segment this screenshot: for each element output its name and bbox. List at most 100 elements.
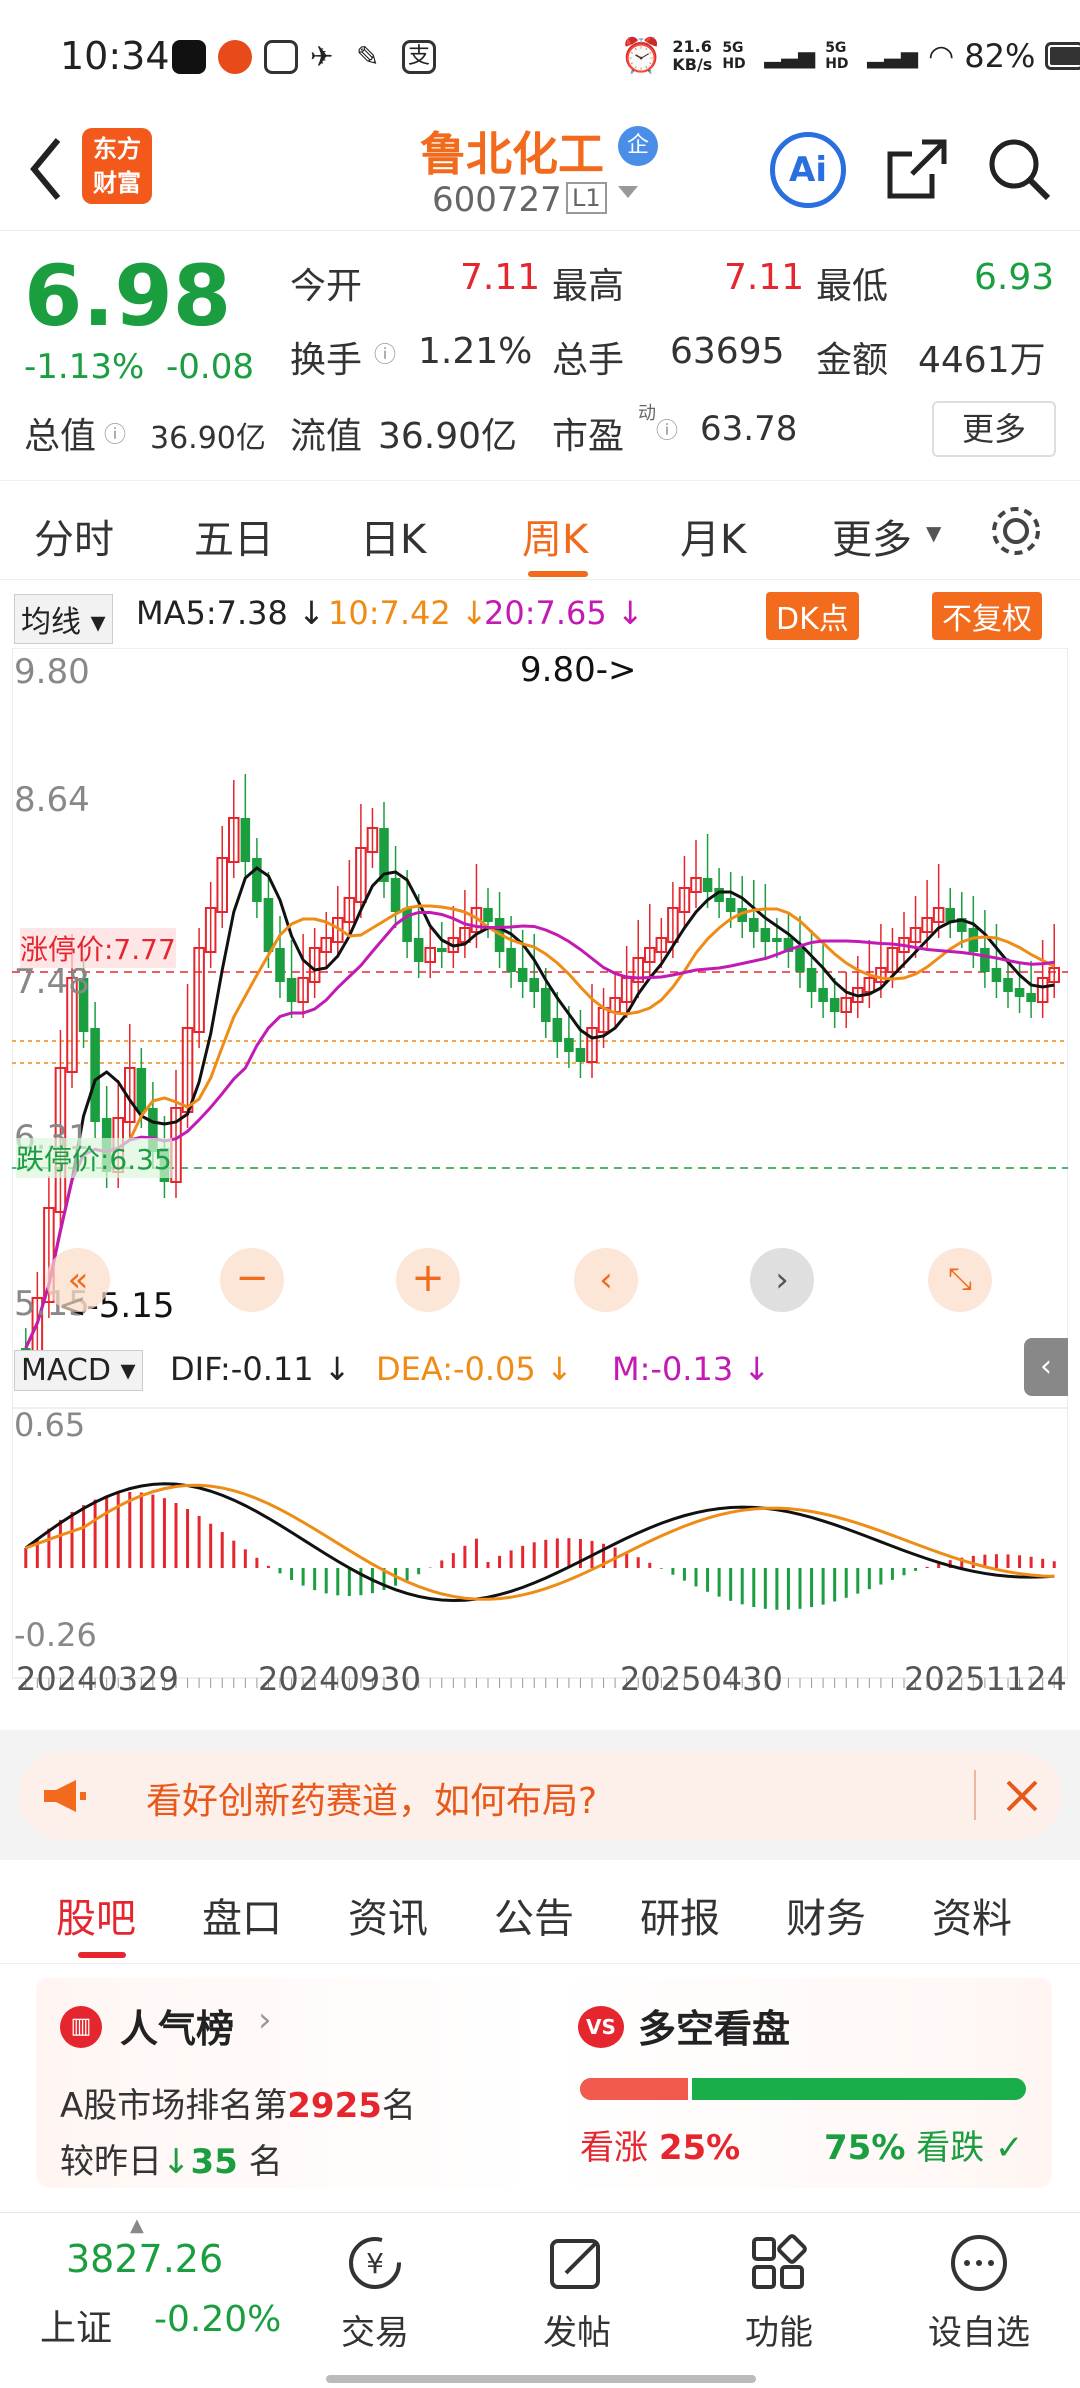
signal-bars-icon-2: ▂▃▅	[867, 43, 919, 69]
logo-line-2: 财富	[93, 169, 141, 197]
macd-dif: DIF:-0.11 ↓	[170, 1350, 351, 1388]
banner-text: 看好创新药赛道，如何布局?	[146, 1781, 598, 1822]
candle-body	[980, 948, 990, 972]
search-icon[interactable]	[984, 134, 1054, 204]
candle-body	[263, 898, 274, 952]
indicator-selector[interactable]: MACD ▾	[14, 1350, 143, 1391]
y-label-top: 9.80	[14, 652, 90, 692]
open-label: 今开	[290, 266, 363, 307]
tab-profile[interactable]: 资料	[932, 1886, 1012, 1944]
volume-label: 总手	[552, 340, 625, 381]
tab-news[interactable]: 资讯	[348, 1886, 428, 1944]
candle-body	[818, 988, 828, 1002]
signal-2: 5G HD	[825, 40, 849, 72]
macd-label-top: 0.65	[14, 1406, 86, 1444]
limit-down-label: 跌停价:6.35	[16, 1138, 172, 1178]
bull-bear-title: 多空看盘	[638, 2007, 791, 2051]
nav-watchlist[interactable]: 设自选	[909, 2305, 1049, 2354]
zoom-in-button[interactable]: +	[396, 1248, 460, 1312]
home-indicator	[326, 2375, 756, 2383]
bull-bear-card[interactable]: VS 多空看盘 看涨 25% 75% 看跌 ✓	[554, 1978, 1052, 2188]
bird-icon: ✈	[310, 40, 334, 73]
promo-banner[interactable]: 看好创新药赛道，如何布局?	[18, 1752, 1062, 1840]
pe-label: 市盈	[552, 416, 625, 457]
popularity-rank: A股市场排名第2925名	[60, 2078, 416, 2127]
signal-1: 5G HD	[722, 40, 746, 72]
app-logo[interactable]: 东方 财富	[82, 128, 152, 204]
tab-intraday[interactable]: 分时	[34, 507, 114, 565]
tab-more[interactable]: 更多	[832, 507, 912, 565]
tab-daily-k[interactable]: 日K	[360, 507, 426, 565]
change-number: 35	[190, 2142, 238, 2182]
pe-sup: 动	[638, 403, 656, 424]
turnover-value: 1.21%	[418, 331, 533, 372]
subtab-indicator	[78, 1952, 126, 1958]
settings-gear-icon[interactable]	[988, 503, 1044, 559]
bear-label: 看跌	[916, 2128, 985, 2168]
share-icon[interactable]	[882, 134, 952, 204]
tab-five-day[interactable]: 五日	[194, 507, 274, 565]
scroll-right-button[interactable]: ›	[750, 1248, 814, 1312]
status-bar: 10:34 ✈ ✎ 支 ⏰ 21.6 KB/s 5G HD ▂▃▅ 5G HD …	[0, 0, 1080, 118]
code-dropdown-icon[interactable]	[618, 186, 638, 198]
back-arrow-icon[interactable]	[26, 134, 66, 204]
scroll-left-button[interactable]: ‹	[574, 1248, 638, 1312]
more-button[interactable]: 更多	[932, 401, 1056, 457]
collapse-panel-button[interactable]: ‹	[1024, 1338, 1068, 1396]
popularity-title: 人气榜	[120, 2007, 235, 2051]
alipay-icon: 支	[402, 40, 436, 74]
post-edit-icon	[550, 2239, 600, 2289]
fullscreen-button[interactable]: ⤡	[928, 1248, 992, 1312]
status-right: ⏰ 21.6 KB/s 5G HD ▂▃▅ 5G HD ▂▃▅ ◠ 82%	[620, 36, 1080, 76]
tab-weekly-k[interactable]: 周K	[522, 507, 588, 565]
zoom-out-button[interactable]: −	[220, 1248, 284, 1312]
stock-header: 东方 财富 鲁北化工 企 600727 L1 Ai	[0, 118, 1080, 230]
tab-research[interactable]: 研报	[640, 1886, 720, 1944]
net-unit: KB/s	[672, 55, 713, 74]
nav-functions[interactable]: 功能	[709, 2305, 849, 2354]
ai-button[interactable]: Ai	[770, 132, 846, 208]
tab-notices[interactable]: 公告	[494, 1886, 574, 1944]
change-pct: -1.13%	[24, 347, 145, 387]
tab-financials[interactable]: 财务	[786, 1886, 866, 1944]
tab-pankou[interactable]: 盘口	[202, 1886, 282, 1944]
chevron-right-icon: ›	[258, 2000, 272, 2040]
index-value[interactable]: 3827.26	[66, 2237, 223, 2281]
max-price-label: 9.80->	[520, 650, 637, 690]
svg-text:¥: ¥	[366, 2247, 384, 2280]
tab-monthly-k[interactable]: 月K	[680, 507, 746, 565]
amount-label: 金额	[816, 340, 889, 381]
candle-body	[541, 988, 551, 1022]
stock-name[interactable]: 鲁北化工	[420, 118, 604, 184]
close-icon[interactable]	[1002, 1776, 1042, 1816]
dk-point-button[interactable]: DK点	[766, 592, 859, 640]
cards-area: ▥ 人气榜 › A股市场排名第2925名 较昨日↓35 名 VS 多空看盘 看涨…	[0, 1964, 1080, 2212]
scroll-left-fast-button[interactable]: «	[46, 1248, 110, 1312]
popularity-card[interactable]: ▥ 人气榜 › A股市场排名第2925名 较昨日↓35 名	[36, 1978, 536, 2188]
mktcap-label: 总值	[24, 416, 97, 457]
pe-info-icon[interactable]: ⓘ	[656, 413, 678, 445]
ma-selector-label: 均线	[21, 605, 81, 640]
tab-guba[interactable]: 股吧	[56, 1886, 136, 1944]
turnover-label: 换手	[290, 340, 363, 381]
limit-up-label: 涨停价:7.77	[20, 928, 176, 968]
mktcap-value: 36.90亿	[150, 421, 266, 456]
kline-svg[interactable]	[12, 648, 1068, 1728]
chat-icon	[264, 40, 298, 74]
rank-icon: ▥	[60, 2006, 102, 2048]
turnover-info-icon[interactable]: ⓘ	[374, 337, 396, 369]
nav-post[interactable]: 发帖	[507, 2305, 647, 2354]
info-icon[interactable]: ⓘ	[104, 417, 126, 449]
expand-up-icon[interactable]: ▲	[130, 2215, 144, 2236]
candle-body	[529, 978, 539, 992]
adjust-button[interactable]: 不复权	[932, 592, 1042, 640]
ma-selector[interactable]: 均线 ▾	[14, 594, 113, 644]
banner-divider	[974, 1770, 976, 1820]
vs-icon: VS	[578, 2006, 624, 2048]
net-speed: 21.6	[672, 37, 712, 56]
down-arrow-icon: ↓	[162, 2142, 191, 2182]
feather-icon: ✎	[356, 40, 380, 73]
nav-trade[interactable]: 交易	[305, 2305, 445, 2354]
enterprise-badge: 企	[618, 126, 658, 166]
candle-body	[437, 948, 447, 952]
